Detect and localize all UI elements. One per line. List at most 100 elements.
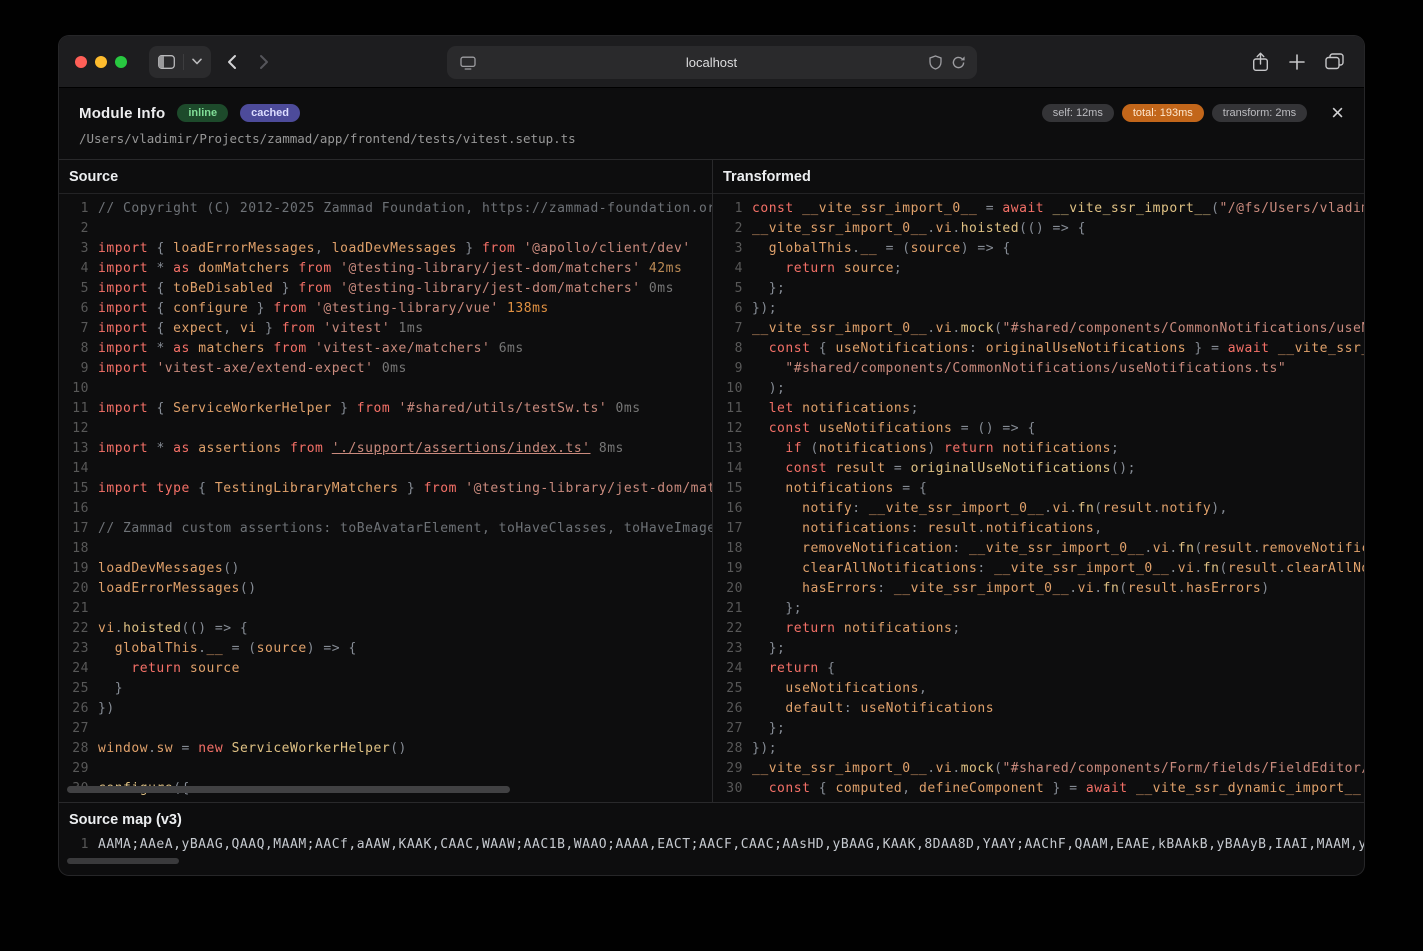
line-number: 30 [719, 779, 743, 799]
self-time-badge: self: 12ms [1042, 104, 1114, 122]
navigation-buttons [227, 54, 269, 70]
code-line: 20loadErrorMessages() [65, 579, 712, 599]
code-line: 2 [65, 219, 712, 239]
line-number: 20 [65, 579, 89, 599]
source-file-link[interactable]: './support/assertions/index.ts' [332, 441, 591, 456]
line-number: 16 [65, 499, 89, 519]
code-line: 13 if (notifications) return notificatio… [719, 439, 1364, 459]
line-number: 6 [719, 299, 743, 319]
code-line: 26 default: useNotifications [719, 699, 1364, 719]
line-number: 5 [65, 279, 89, 299]
browser-toolbar: localhost [59, 36, 1364, 88]
code-line: 9import 'vitest-axe/extend-expect' 0ms [65, 359, 712, 379]
sidebar-icon[interactable] [158, 55, 175, 69]
share-icon[interactable] [1252, 52, 1269, 72]
code-line: 28window.sw = new ServiceWorkerHelper() [65, 739, 712, 759]
code-line: 4import * as domMatchers from '@testing-… [65, 259, 712, 279]
line-number: 29 [719, 759, 743, 779]
new-tab-icon[interactable] [1289, 54, 1305, 70]
code-line: 11import { ServiceWorkerHelper } from '#… [65, 399, 712, 419]
line-number: 25 [719, 679, 743, 699]
privacy-shield-icon[interactable] [929, 55, 942, 70]
code-line: 25 useNotifications, [719, 679, 1364, 699]
address-bar[interactable]: localhost [447, 46, 977, 79]
line-number: 11 [719, 399, 743, 419]
sourcemap-scrollbar[interactable] [67, 858, 179, 864]
close-icon[interactable]: × [1331, 105, 1344, 121]
line-number: 1 [65, 199, 89, 219]
code-line: 28}); [719, 739, 1364, 759]
line-number: 25 [65, 679, 89, 699]
line-number: 14 [719, 459, 743, 479]
code-line: 20 hasErrors: __vite_ssr_import_0__.vi.f… [719, 579, 1364, 599]
horizontal-scrollbar[interactable] [67, 786, 510, 793]
chevron-down-icon[interactable] [192, 58, 202, 65]
line-number: 7 [719, 319, 743, 339]
line-number: 18 [719, 539, 743, 559]
line-number: 15 [65, 479, 89, 499]
url-text: localhost [447, 55, 977, 70]
code-line: 27 [65, 719, 712, 739]
code-line: 25 } [65, 679, 712, 699]
code-line: 19 clearAllNotifications: __vite_ssr_imp… [719, 559, 1364, 579]
line-number: 4 [719, 259, 743, 279]
inline-badge: inline [177, 104, 228, 122]
reload-icon[interactable] [951, 55, 966, 70]
line-number: 21 [65, 599, 89, 619]
code-line: 15import type { TestingLibraryMatchers }… [65, 479, 712, 499]
source-panel-title: Source [59, 160, 712, 194]
code-line: 14 [65, 459, 712, 479]
code-line: 24 return source [65, 659, 712, 679]
close-window-button[interactable] [75, 56, 87, 68]
line-number: 22 [65, 619, 89, 639]
line-number: 5 [719, 279, 743, 299]
line-number: 8 [719, 339, 743, 359]
line-number: 3 [719, 239, 743, 259]
line-number: 24 [65, 659, 89, 679]
transformed-panel-title: Transformed [713, 160, 1364, 194]
code-line: 19loadDevMessages() [65, 559, 712, 579]
line-number: 13 [65, 439, 89, 459]
code-line: 8import * as matchers from 'vitest-axe/m… [65, 339, 712, 359]
line-number: 27 [65, 719, 89, 739]
back-button[interactable] [227, 54, 237, 70]
line-number: 19 [65, 559, 89, 579]
minimize-window-button[interactable] [95, 56, 107, 68]
sidebar-control[interactable] [149, 46, 211, 78]
code-line: 1// Copyright (C) 2012-2025 Zammad Found… [65, 199, 712, 219]
code-line: 29 [65, 759, 712, 779]
line-number: 22 [719, 619, 743, 639]
source-code: 1// Copyright (C) 2012-2025 Zammad Found… [59, 194, 712, 799]
forward-button[interactable] [259, 54, 269, 70]
line-number: 14 [65, 459, 89, 479]
code-line: 6import { configure } from '@testing-lib… [65, 299, 712, 319]
code-line: 26}) [65, 699, 712, 719]
code-line: 22vi.hoisted(() => { [65, 619, 712, 639]
code-line: 13import * as assertions from './support… [65, 439, 712, 459]
line-number: 12 [719, 419, 743, 439]
code-line: 11 let notifications; [719, 399, 1364, 419]
line-number: 19 [719, 559, 743, 579]
line-number: 26 [719, 699, 743, 719]
line-number: 16 [719, 499, 743, 519]
source-panel: Source 1// Copyright (C) 2012-2025 Zamma… [59, 160, 713, 802]
line-number: 2 [65, 219, 89, 239]
code-line: 5import { toBeDisabled } from '@testing-… [65, 279, 712, 299]
code-line: 29__vite_ssr_import_0__.vi.mock("#shared… [719, 759, 1364, 779]
browser-window: localhost [59, 36, 1364, 875]
code-line: 10 ); [719, 379, 1364, 399]
line-number: 27 [719, 719, 743, 739]
line-number: 6 [65, 299, 89, 319]
code-line: 10 [65, 379, 712, 399]
line-number: 29 [65, 759, 89, 779]
code-line: 12 [65, 419, 712, 439]
line-number: 17 [719, 519, 743, 539]
sourcemap-mappings: AAMA;AAeA,yBAAG,QAAQ,MAAM;AACf,aAAW,KAAK… [98, 835, 1364, 855]
line-number: 18 [65, 539, 89, 559]
transformed-code: 1const __vite_ssr_import_0__ = await __v… [713, 194, 1364, 799]
zoom-window-button[interactable] [115, 56, 127, 68]
tab-overview-icon[interactable] [1325, 53, 1344, 70]
code-line: 22 return notifications; [719, 619, 1364, 639]
line-number: 10 [65, 379, 89, 399]
code-line: 3 globalThis.__ = (source) => { [719, 239, 1364, 259]
